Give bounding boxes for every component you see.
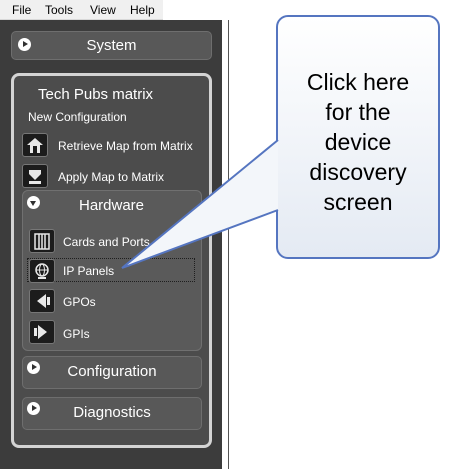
callout-pointer (121, 139, 279, 269)
